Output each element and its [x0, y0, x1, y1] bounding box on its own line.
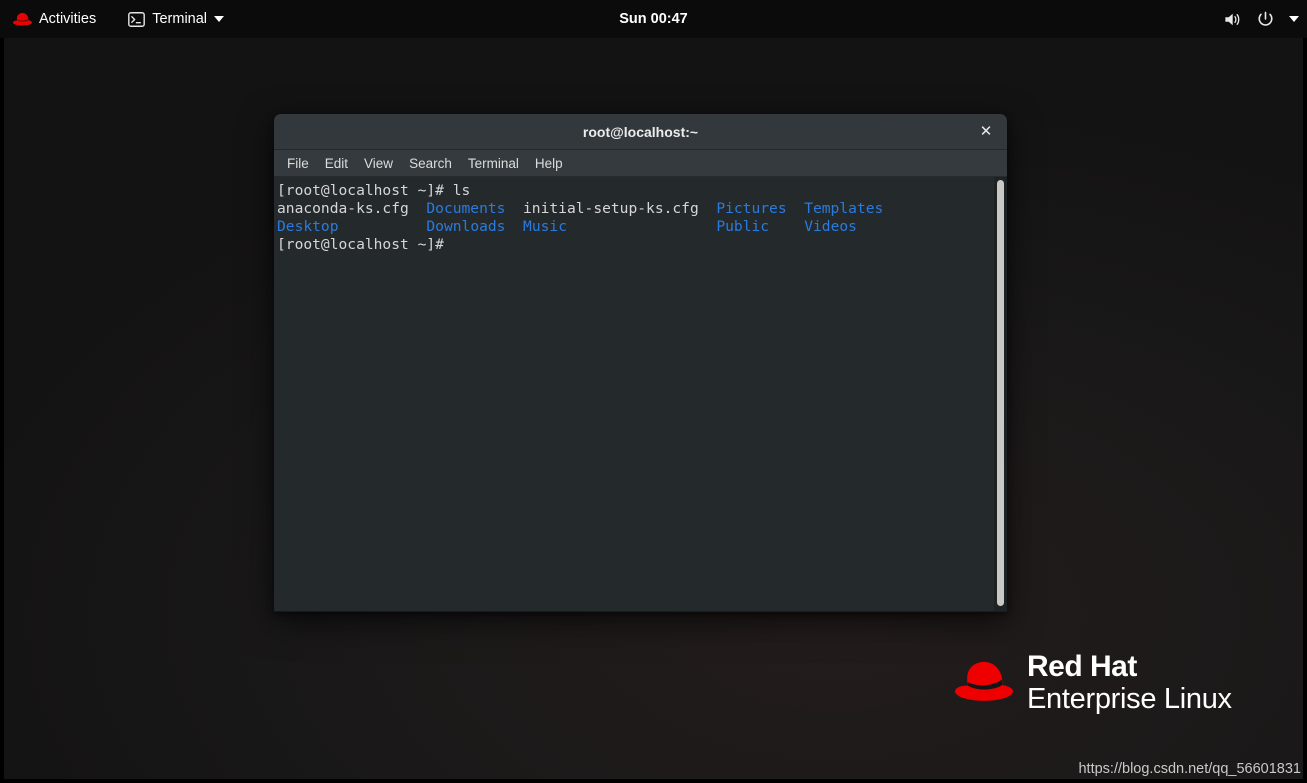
terminal-window[interactable]: root@localhost:~ ✕ File Edit View Search…: [274, 114, 1007, 612]
directory-entry: Documents: [426, 200, 506, 217]
brand-line-1: Red Hat: [1027, 650, 1137, 683]
system-status-area[interactable]: [1223, 0, 1299, 38]
directory-entry: Public: [716, 218, 770, 235]
gnome-top-bar: Activities Terminal Sun 00:47: [0, 0, 1307, 38]
window-title: root@localhost:~: [582, 123, 699, 140]
vertical-scrollbar[interactable]: [994, 177, 1007, 611]
terminal-line: Desktop Downloads Music Public Videos: [277, 218, 1007, 236]
menubar: File Edit View Search Terminal Help: [274, 150, 1007, 177]
chevron-down-icon[interactable]: [1289, 16, 1299, 22]
directory-entry: Music: [523, 218, 567, 235]
file-entry: [567, 218, 716, 235]
terminal-icon: [128, 11, 146, 27]
brand-line-2: Enterprise Linux: [1027, 683, 1232, 715]
directory-entry: Desktop: [277, 218, 339, 235]
window-titlebar[interactable]: root@localhost:~ ✕: [274, 114, 1007, 150]
directory-entry: Downloads: [426, 218, 506, 235]
watermark-text: https://blog.csdn.net/qq_56601831: [1078, 761, 1301, 777]
app-menu-terminal[interactable]: Terminal: [119, 0, 233, 38]
file-entry: [787, 200, 805, 217]
file-entry: initial-setup-ks.cfg: [505, 200, 717, 217]
file-entry: [root@localhost ~]#: [277, 236, 444, 253]
file-entry: [505, 218, 523, 235]
directory-entry: Videos: [804, 218, 857, 235]
menu-item-terminal[interactable]: Terminal: [460, 153, 527, 174]
volume-icon[interactable]: [1223, 10, 1242, 29]
terminal-line: [root@localhost ~]#: [277, 236, 1007, 254]
redhat-brand-logo: Red Hat Enterprise Linux: [955, 652, 1232, 714]
activities-label: Activities: [39, 11, 97, 27]
activities-button[interactable]: Activities: [4, 0, 105, 38]
directory-entry: Pictures: [716, 200, 787, 217]
menu-item-view[interactable]: View: [356, 153, 401, 174]
file-entry: anaconda-ks.cfg: [277, 200, 427, 217]
terminal-line: anaconda-ks.cfg Documents initial-setup-…: [277, 200, 1007, 218]
file-entry: [339, 218, 427, 235]
menu-item-help[interactable]: Help: [527, 153, 571, 174]
close-icon[interactable]: ✕: [973, 119, 999, 145]
file-entry: [769, 218, 804, 235]
menu-item-search[interactable]: Search: [401, 153, 460, 174]
terminal-text: [root@localhost ~]# ls anaconda-ks.cfg Do…: [277, 182, 1007, 254]
chevron-down-icon: [214, 16, 225, 22]
scrollbar-thumb[interactable]: [997, 180, 1004, 606]
directory-entry: Templates: [804, 200, 884, 217]
menu-item-edit[interactable]: Edit: [317, 153, 356, 174]
terminal-output-area[interactable]: [root@localhost ~]# ls anaconda-ks.cfg Do…: [274, 177, 1007, 611]
file-entry: [root@localhost ~]# ls: [277, 182, 471, 199]
menu-item-file[interactable]: File: [279, 153, 317, 174]
redhat-fedora-logo: [955, 658, 1013, 709]
screen: Activities Terminal Sun 00:47 root@local…: [0, 0, 1307, 783]
power-icon[interactable]: [1256, 10, 1275, 29]
app-menu-label: Terminal: [152, 11, 208, 27]
redhat-fedora-icon: [13, 12, 32, 26]
terminal-line: [root@localhost ~]# ls: [277, 182, 1007, 200]
